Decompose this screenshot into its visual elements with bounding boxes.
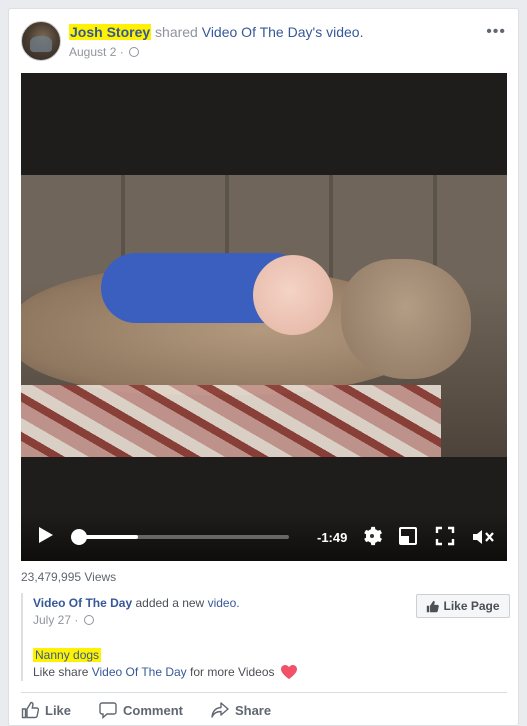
- meta-separator: ·: [119, 45, 124, 59]
- video-controls: -1:49: [21, 513, 507, 561]
- dog-head-image: [341, 259, 471, 379]
- post-meta: August 2 ·: [69, 45, 140, 59]
- thumbs-up-icon: [21, 701, 39, 719]
- like-page-button[interactable]: Like Page: [416, 594, 510, 618]
- possessive-suffix: 's: [312, 24, 323, 40]
- shared-post: Video Of The Day added a new video. July…: [21, 593, 510, 681]
- time-remaining: -1:49: [317, 530, 348, 545]
- shared-headline: Video Of The Day added a new video.: [33, 596, 240, 610]
- heart-icon: [280, 665, 297, 679]
- play-icon[interactable]: [39, 527, 53, 543]
- globe-icon: [129, 47, 140, 57]
- shared-word: shared: [155, 24, 198, 40]
- comment-label: Comment: [123, 702, 183, 718]
- share-button[interactable]: Share: [211, 695, 271, 725]
- desc-page-link[interactable]: Video Of The Day: [92, 665, 187, 679]
- picture-in-picture-icon[interactable]: [399, 527, 417, 545]
- globe-icon: [83, 615, 94, 625]
- gear-icon[interactable]: [361, 525, 383, 547]
- page-link[interactable]: Video Of The Day: [202, 24, 313, 40]
- shared-date[interactable]: July 27: [33, 613, 71, 627]
- comment-icon: [99, 702, 117, 719]
- video-player[interactable]: -1:49: [21, 73, 507, 561]
- avatar[interactable]: [21, 21, 61, 61]
- post-headline: Josh Storey shared Video Of The Day's vi…: [69, 23, 363, 41]
- share-label: Share: [234, 702, 272, 718]
- progress-knob[interactable]: [71, 529, 87, 545]
- thumbs-up-icon: [427, 600, 440, 612]
- post-actions: Like Comment Share: [21, 695, 507, 725]
- share-icon: [211, 702, 229, 718]
- blanket-image: [21, 385, 441, 457]
- shared-meta: July 27 ·: [33, 613, 94, 627]
- shared-description: Like share Video Of The Day for more Vid…: [33, 665, 297, 679]
- like-label: Like: [45, 702, 72, 718]
- divider: [21, 692, 507, 693]
- shared-added-text: added a new: [135, 596, 205, 610]
- more-options-icon[interactable]: •••: [486, 23, 506, 41]
- post-date[interactable]: August 2: [69, 45, 116, 59]
- desc-prefix: Like share: [33, 665, 89, 679]
- tag-text: Nanny dogs: [33, 648, 102, 662]
- like-button[interactable]: Like: [21, 695, 71, 725]
- fullscreen-icon[interactable]: [435, 526, 455, 546]
- comment-button[interactable]: Comment: [99, 695, 183, 725]
- mute-icon[interactable]: [471, 527, 495, 547]
- post-card: Josh Storey shared Video Of The Day's vi…: [8, 8, 519, 726]
- view-count: 23,479,995 Views: [21, 570, 117, 584]
- shared-page-link[interactable]: Video Of The Day: [33, 596, 132, 610]
- author-name[interactable]: Josh Storey: [69, 24, 152, 40]
- desc-suffix: for more Videos: [190, 665, 275, 679]
- progress-track[interactable]: [77, 535, 289, 539]
- like-page-label: Like Page: [443, 599, 500, 613]
- baby-head-image: [253, 255, 333, 335]
- shared-video-link[interactable]: video.: [208, 596, 240, 610]
- shared-separator: ·: [74, 613, 79, 627]
- post-header: Josh Storey shared Video Of The Day's vi…: [21, 21, 506, 65]
- video-frame: [21, 175, 507, 457]
- video-link[interactable]: video.: [326, 24, 363, 40]
- shared-tag: Nanny dogs: [33, 648, 102, 662]
